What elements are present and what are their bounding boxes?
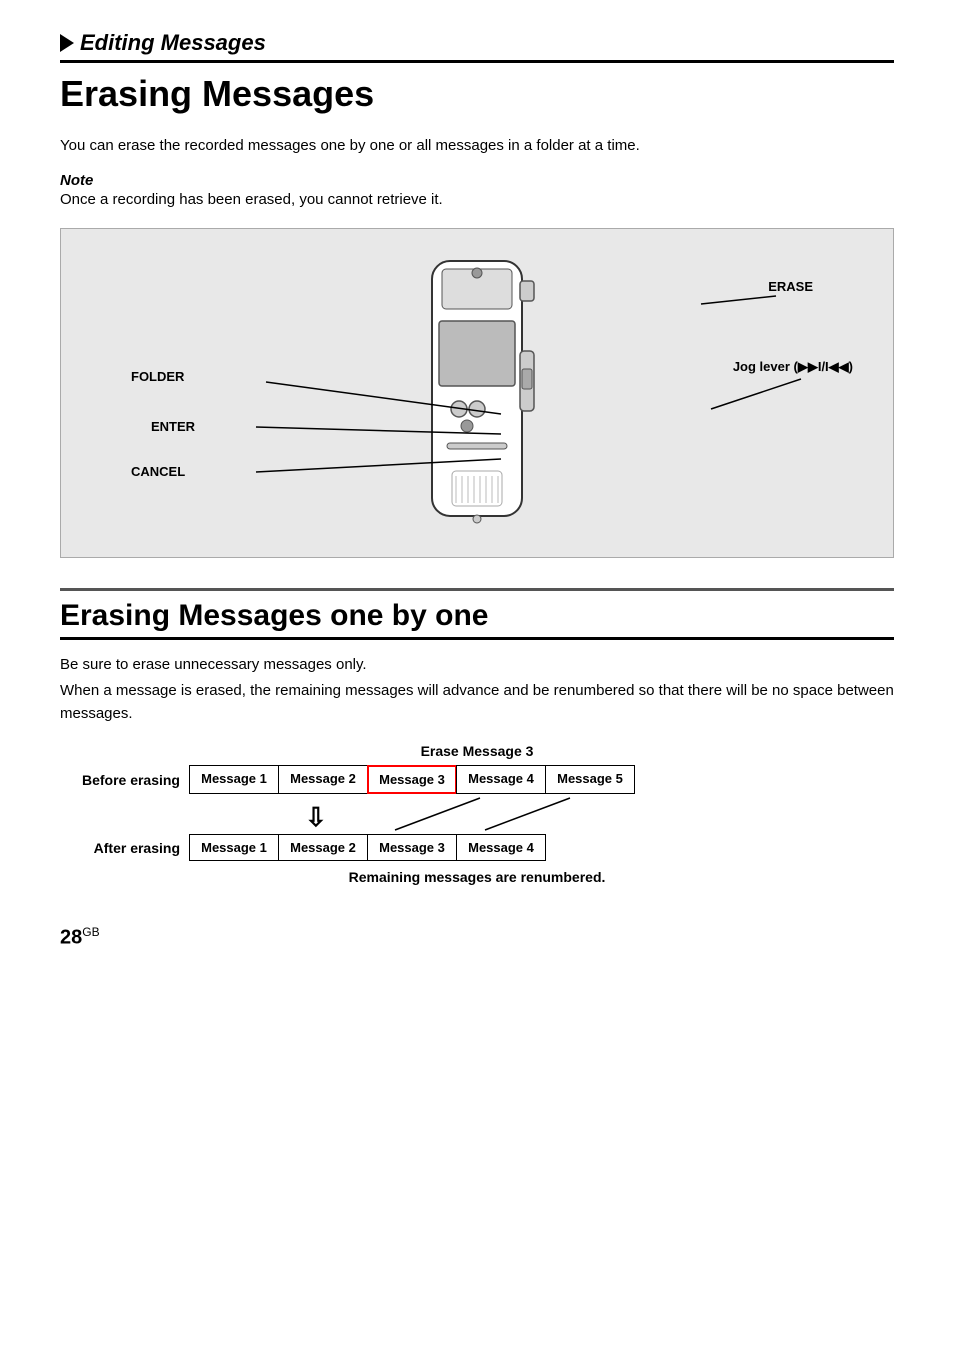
label-cancel: CANCEL	[131, 464, 185, 479]
after-msg-4: Message 4	[456, 834, 546, 861]
arrow-row: ⇩	[60, 796, 894, 832]
before-cells: Message 1 Message 2 Message 3 Message 4 …	[190, 765, 635, 794]
device-diagram: ERASE Jog lever (▶▶I/I◀◀) FOLDER ENTER C…	[81, 249, 873, 537]
triangle-icon	[60, 34, 74, 52]
erase-rows: Before erasing Message 1 Message 2 Messa…	[60, 765, 894, 861]
section-header-text: Editing Messages	[80, 30, 266, 56]
before-label: Before erasing	[60, 772, 190, 788]
note-label: Note	[60, 172, 894, 189]
before-msg-1: Message 1	[189, 765, 279, 794]
page-number: 28GB	[60, 925, 894, 950]
section2-para1: Be sure to erase unnecessary messages on…	[60, 654, 894, 677]
after-msg-2: Message 2	[278, 834, 368, 861]
erase-diagram: Erase Message 3 Before erasing Message 1…	[60, 743, 894, 885]
after-erasing-row: After erasing Message 1 Message 2 Messag…	[60, 834, 894, 861]
svg-text:⇩: ⇩	[305, 802, 327, 832]
after-label: After erasing	[60, 840, 190, 856]
erase-caption: Erase Message 3	[60, 743, 894, 759]
remaining-caption: Remaining messages are renumbered.	[60, 869, 894, 885]
device-svg	[377, 251, 577, 535]
label-folder: FOLDER	[131, 369, 184, 384]
before-msg-2: Message 2	[278, 765, 368, 794]
page-suffix: GB	[82, 925, 99, 939]
page-num-text: 28	[60, 927, 82, 949]
transition-arrows: ⇩	[200, 796, 660, 832]
before-msg-4: Message 4	[456, 765, 546, 794]
after-msg-1: Message 1	[189, 834, 279, 861]
after-cells: Message 1 Message 2 Message 3 Message 4	[190, 834, 546, 861]
before-msg-5: Message 5	[545, 765, 635, 794]
intro-text: You can erase the recorded messages one …	[60, 135, 894, 158]
section2-para2: When a message is erased, the remaining …	[60, 680, 894, 725]
page-title: Erasing Messages	[60, 73, 894, 115]
label-enter: ENTER	[151, 419, 195, 434]
section2-title: Erasing Messages one by one	[60, 599, 894, 633]
label-jog: Jog lever (▶▶I/I◀◀)	[733, 359, 853, 375]
device-diagram-box: ERASE Jog lever (▶▶I/I◀◀) FOLDER ENTER C…	[60, 228, 894, 558]
before-msg-3: Message 3	[367, 765, 457, 794]
section2-header: Erasing Messages one by one	[60, 588, 894, 640]
after-msg-3: Message 3	[367, 834, 457, 861]
section-header: Editing Messages	[60, 30, 894, 63]
before-erasing-row: Before erasing Message 1 Message 2 Messa…	[60, 765, 894, 794]
label-erase: ERASE	[768, 279, 813, 294]
note-text: Once a recording has been erased, you ca…	[60, 191, 894, 208]
